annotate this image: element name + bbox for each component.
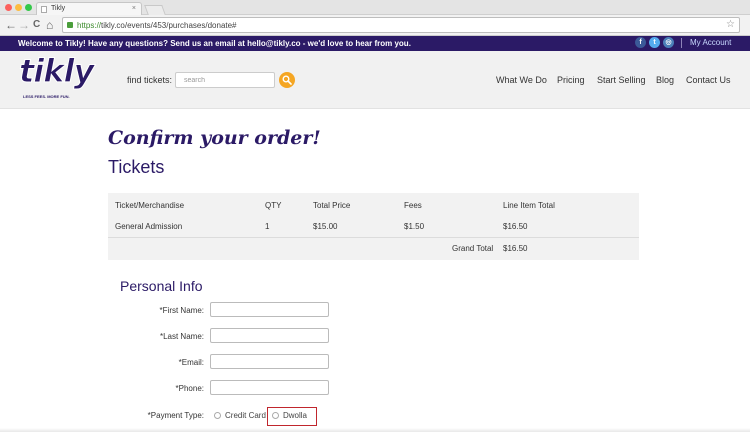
table-cell: General Admission bbox=[115, 222, 183, 231]
search-input[interactable] bbox=[175, 72, 275, 88]
credit-card-label[interactable]: Credit Card bbox=[225, 411, 266, 420]
first-name-label: *First Name: bbox=[159, 306, 204, 315]
close-window-icon[interactable] bbox=[5, 4, 12, 11]
phone-label: *Phone: bbox=[175, 384, 204, 393]
back-icon[interactable]: ← bbox=[5, 18, 17, 32]
nav-blog[interactable]: Blog bbox=[656, 75, 674, 85]
maximize-window-icon[interactable] bbox=[25, 4, 32, 11]
dwolla-label[interactable]: Dwolla bbox=[283, 411, 307, 420]
nav-what-we-do[interactable]: What We Do bbox=[496, 75, 547, 85]
table-cell: $15.00 bbox=[313, 222, 338, 231]
payment-type-label: *Payment Type: bbox=[147, 411, 204, 420]
facebook-icon[interactable]: f bbox=[635, 37, 646, 48]
email-field[interactable] bbox=[210, 354, 329, 369]
nav-start-selling[interactable]: Start Selling bbox=[597, 75, 646, 85]
page-title: Confirm your order! bbox=[108, 127, 321, 149]
announcement-text: Welcome to Tikly! Have any questions? Se… bbox=[18, 39, 411, 48]
last-name-field[interactable] bbox=[210, 328, 329, 343]
minimize-window-icon[interactable] bbox=[15, 4, 22, 11]
lock-icon bbox=[67, 22, 73, 28]
table-cell: $16.50 bbox=[503, 222, 528, 231]
column-header: QTY bbox=[265, 201, 282, 210]
address-bar[interactable]: https://tikly.co/events/453/purchases/do… bbox=[62, 17, 740, 33]
table-divider bbox=[108, 237, 639, 238]
my-account-link[interactable]: My Account bbox=[690, 38, 731, 47]
column-header: Ticket/Merchandise bbox=[115, 201, 185, 210]
page-favicon-icon bbox=[41, 6, 47, 13]
browser-tab[interactable]: Tikly × bbox=[36, 2, 142, 15]
tickets-heading: Tickets bbox=[108, 157, 165, 177]
search-icon bbox=[282, 75, 292, 85]
instagram-icon[interactable]: ◎ bbox=[663, 37, 674, 48]
bookmark-star-icon[interactable]: ☆ bbox=[726, 19, 735, 30]
column-header: Line Item Total bbox=[503, 201, 555, 210]
table-cell: 1 bbox=[265, 222, 270, 231]
reload-icon[interactable]: C bbox=[33, 18, 40, 32]
browser-toolbar: ← → C ⌂ https://tikly.co/events/453/purc… bbox=[0, 15, 750, 36]
new-tab-button[interactable] bbox=[144, 5, 166, 15]
url-scheme: https:// bbox=[77, 21, 102, 30]
forward-icon[interactable]: → bbox=[18, 18, 30, 32]
twitter-icon[interactable]: t bbox=[649, 37, 660, 48]
column-header: Fees bbox=[404, 201, 422, 210]
table-cell: $1.50 bbox=[404, 222, 425, 231]
search-button[interactable] bbox=[279, 72, 295, 88]
first-name-field[interactable] bbox=[210, 302, 329, 317]
page-fade bbox=[0, 428, 750, 432]
browser-tab-title: Tikly bbox=[51, 5, 66, 12]
dwolla-radio[interactable] bbox=[272, 412, 279, 419]
nav-contact-us[interactable]: Contact Us bbox=[686, 75, 731, 85]
url-path: tikly.co/events/453/purchases/donate# bbox=[101, 21, 237, 30]
personal-info-heading: Personal Info bbox=[120, 278, 203, 294]
home-icon[interactable]: ⌂ bbox=[46, 18, 53, 32]
email-label: *Email: bbox=[178, 358, 204, 367]
last-name-label: *Last Name: bbox=[159, 332, 204, 341]
grand-total-value: $16.50 bbox=[503, 244, 528, 253]
find-tickets-label: find tickets: bbox=[127, 75, 173, 85]
logo-tagline: LESS FEES. MORE FUN. bbox=[23, 94, 70, 99]
column-header: Total Price bbox=[313, 201, 351, 210]
tikly-logo[interactable]: tikly LESS FEES. MORE FUN. bbox=[18, 52, 99, 100]
divider bbox=[681, 38, 682, 48]
order-table bbox=[108, 193, 639, 260]
credit-card-radio[interactable] bbox=[214, 412, 221, 419]
browser-tab-strip: Tikly × bbox=[0, 0, 750, 15]
grand-total-label: Grand Total bbox=[452, 244, 494, 253]
tab-close-icon[interactable]: × bbox=[132, 5, 136, 12]
nav-pricing[interactable]: Pricing bbox=[557, 75, 585, 85]
phone-field[interactable] bbox=[210, 380, 329, 395]
logo-wordmark: tikly bbox=[18, 52, 94, 91]
